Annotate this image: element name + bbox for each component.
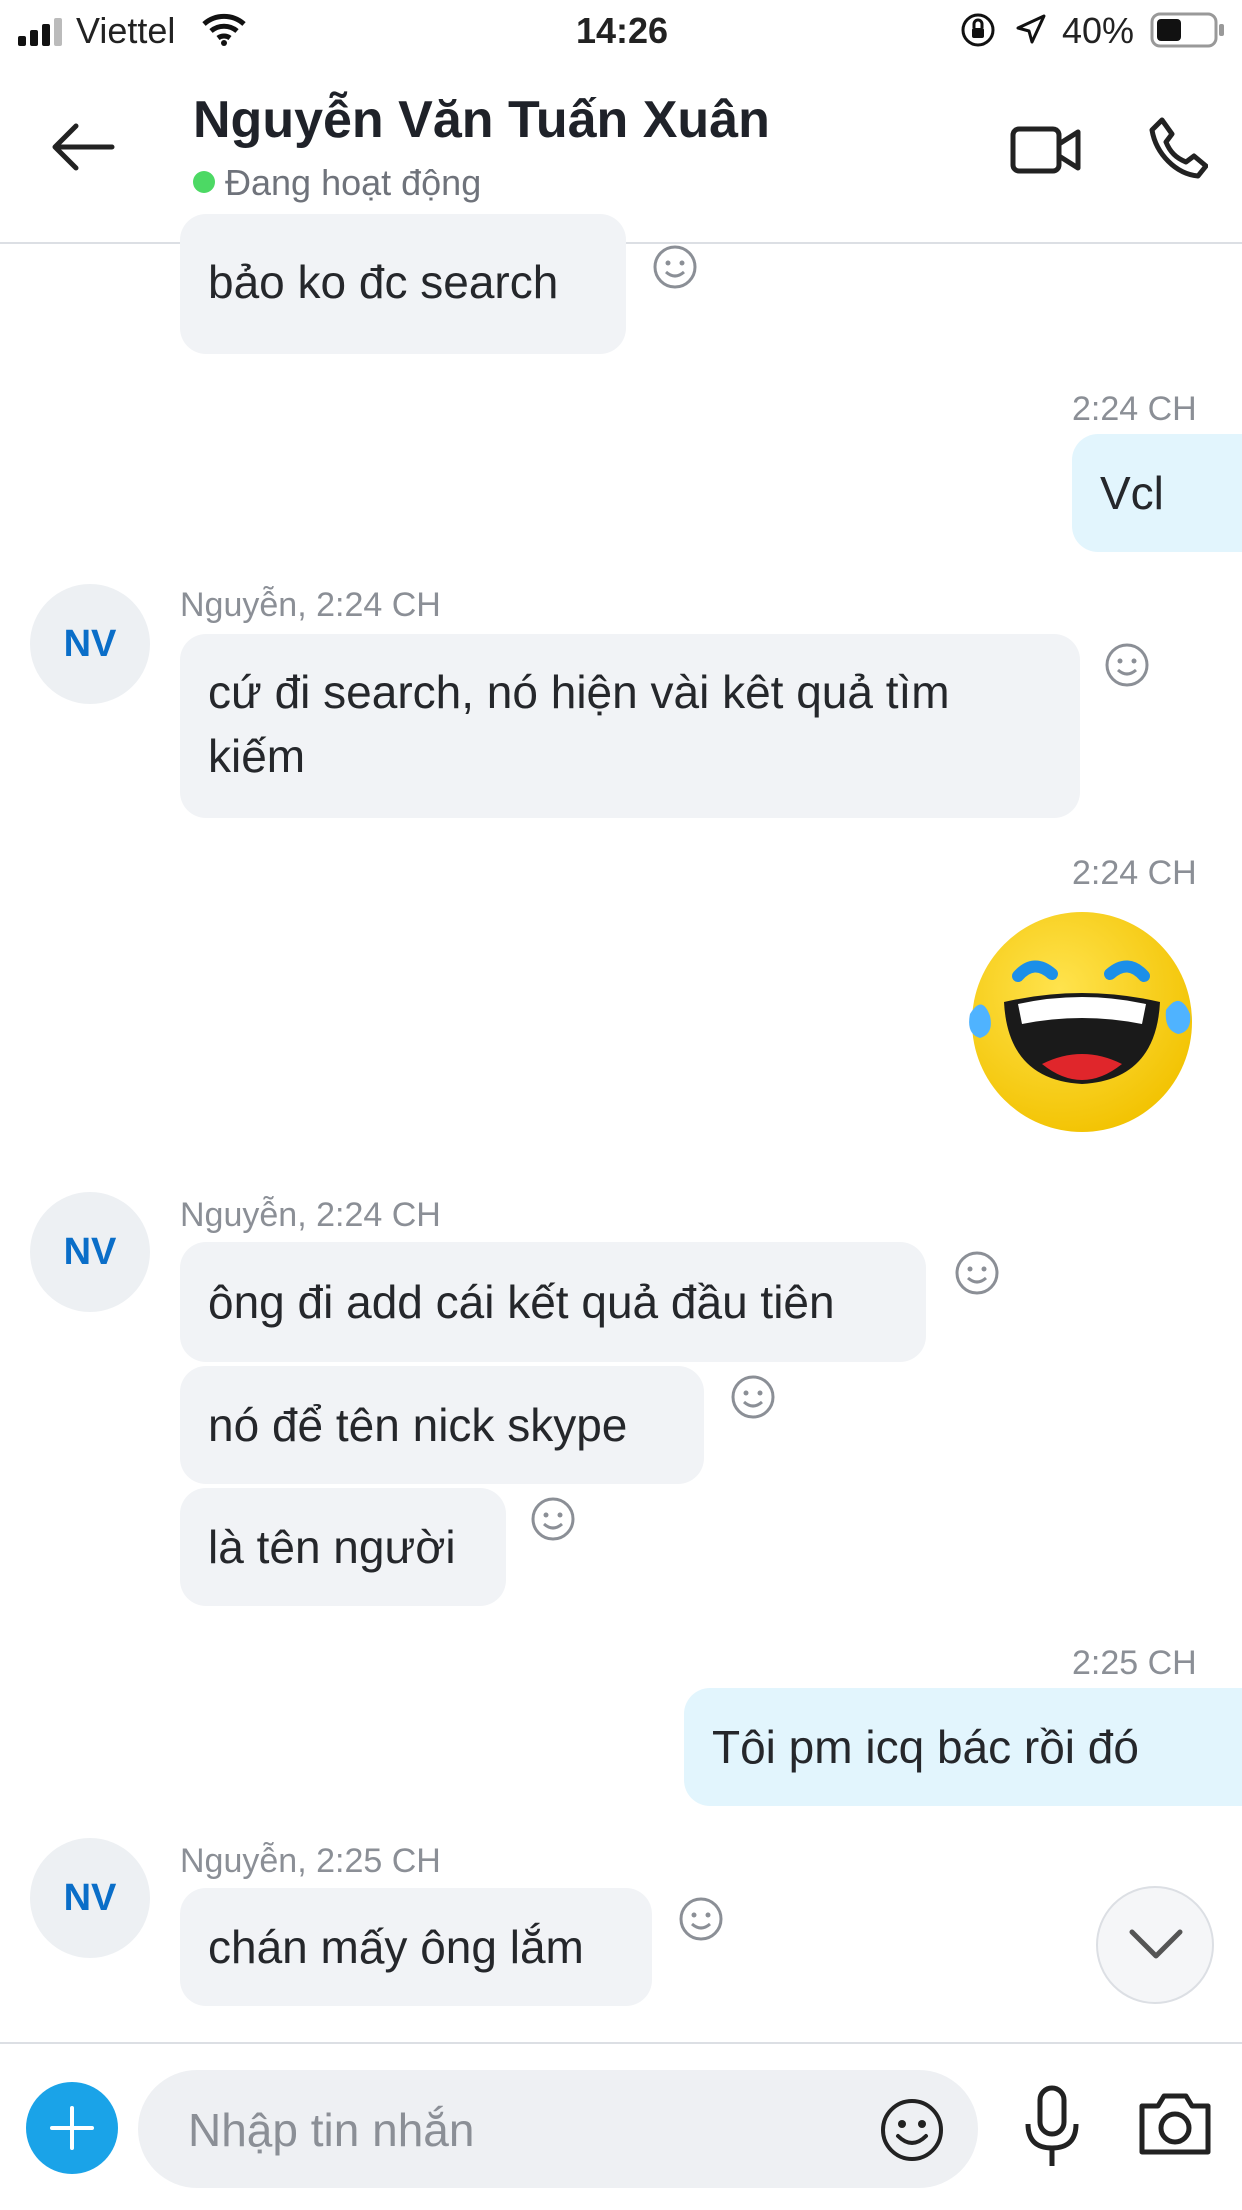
message-bubble[interactable]: là tên người <box>180 1488 506 1606</box>
message-meta: Nguyễn, 2:24 CH <box>180 1196 441 1234</box>
chevron-down-icon <box>1129 1929 1183 1959</box>
message-list: bảo ko đc search 2:24 CH Vcl NV Nguyễn, … <box>0 214 1242 2040</box>
message-bubble-outgoing[interactable]: Tôi pm icq bác rồi đó <box>684 1688 1242 1806</box>
add-reaction-icon[interactable] <box>1104 642 1150 688</box>
add-reaction-icon[interactable] <box>530 1496 576 1542</box>
video-call-icon[interactable] <box>1010 124 1082 176</box>
chat-header: Nguyễn Văn Tuấn Xuân Đang hoạt động <box>0 62 1242 244</box>
plus-icon <box>50 2106 94 2150</box>
message-bubble[interactable]: cứ đi search, nó hiện vài kêt quả tìm ki… <box>180 634 1080 818</box>
battery-percent: 40% <box>1062 10 1135 51</box>
message-text: là tên người <box>208 1521 456 1573</box>
message-text: Vcl <box>1100 467 1164 519</box>
battery-icon <box>1150 12 1224 48</box>
add-reaction-icon[interactable] <box>730 1374 776 1420</box>
add-reaction-icon[interactable] <box>652 244 698 290</box>
message-bubble[interactable]: ông đi add cái kết quả đầu tiên <box>180 1242 926 1362</box>
message-text-line: cứ đi search, nó hiện vài kêt quả tìm <box>208 666 950 718</box>
emoji-icon[interactable] <box>880 2098 944 2162</box>
message-bubble[interactable]: chán mấy ông lắm <box>180 1888 652 2006</box>
message-input-container <box>138 2070 978 2190</box>
clock: 14:26 <box>576 10 669 51</box>
message-text: bảo ko đc search <box>208 256 559 308</box>
wifi-icon <box>202 13 246 46</box>
message-text: chán mấy ông lắm <box>208 1921 584 1973</box>
message-timestamp: 2:25 CH <box>1072 1644 1197 1682</box>
add-reaction-icon[interactable] <box>954 1250 1000 1296</box>
signal-icon <box>18 18 62 46</box>
avatar[interactable]: NV <box>30 1838 150 1958</box>
message-bubble[interactable]: bảo ko đc search <box>180 214 626 354</box>
message-text-line: kiếm <box>208 730 306 782</box>
status-bar: Viettel 14:26 40% <box>0 0 1242 62</box>
message-input[interactable] <box>186 2070 850 2190</box>
laughing-with-tears-emoticon[interactable] <box>960 904 1196 1140</box>
camera-icon[interactable] <box>1138 2088 1212 2158</box>
message-text: nó để tên nick skype <box>208 1399 628 1451</box>
presence-label: Đang hoạt động <box>225 162 482 203</box>
scroll-to-bottom-button[interactable] <box>1096 1886 1214 2004</box>
message-meta: Nguyễn, 2:25 CH <box>180 1842 441 1880</box>
message-timestamp: 2:24 CH <box>1072 854 1197 892</box>
avatar[interactable]: NV <box>30 1192 150 1312</box>
message-timestamp: 2:24 CH <box>1072 390 1197 428</box>
rotation-lock-icon <box>961 13 995 47</box>
add-content-button[interactable] <box>26 2082 118 2174</box>
location-icon <box>1016 14 1046 44</box>
carrier-name: Viettel <box>76 10 176 51</box>
contact-name[interactable]: Nguyễn Văn Tuấn Xuân <box>193 90 770 150</box>
message-meta: Nguyễn, 2:24 CH <box>180 586 441 624</box>
avatar[interactable]: NV <box>30 584 150 704</box>
message-text: Tôi pm icq bác rồi đó <box>712 1721 1139 1773</box>
back-arrow-icon[interactable] <box>50 122 116 172</box>
add-reaction-icon[interactable] <box>678 1896 724 1942</box>
phone-call-icon[interactable] <box>1148 116 1208 180</box>
composer-bar <box>0 2042 1242 2210</box>
microphone-icon[interactable] <box>1022 2084 1082 2170</box>
message-bubble[interactable]: nó để tên nick skype <box>180 1366 704 1484</box>
online-dot <box>193 171 215 194</box>
presence-status: Đang hoạt động <box>193 162 481 204</box>
message-bubble-outgoing[interactable]: Vcl <box>1072 434 1242 552</box>
message-text: ông đi add cái kết quả đầu tiên <box>208 1276 835 1328</box>
